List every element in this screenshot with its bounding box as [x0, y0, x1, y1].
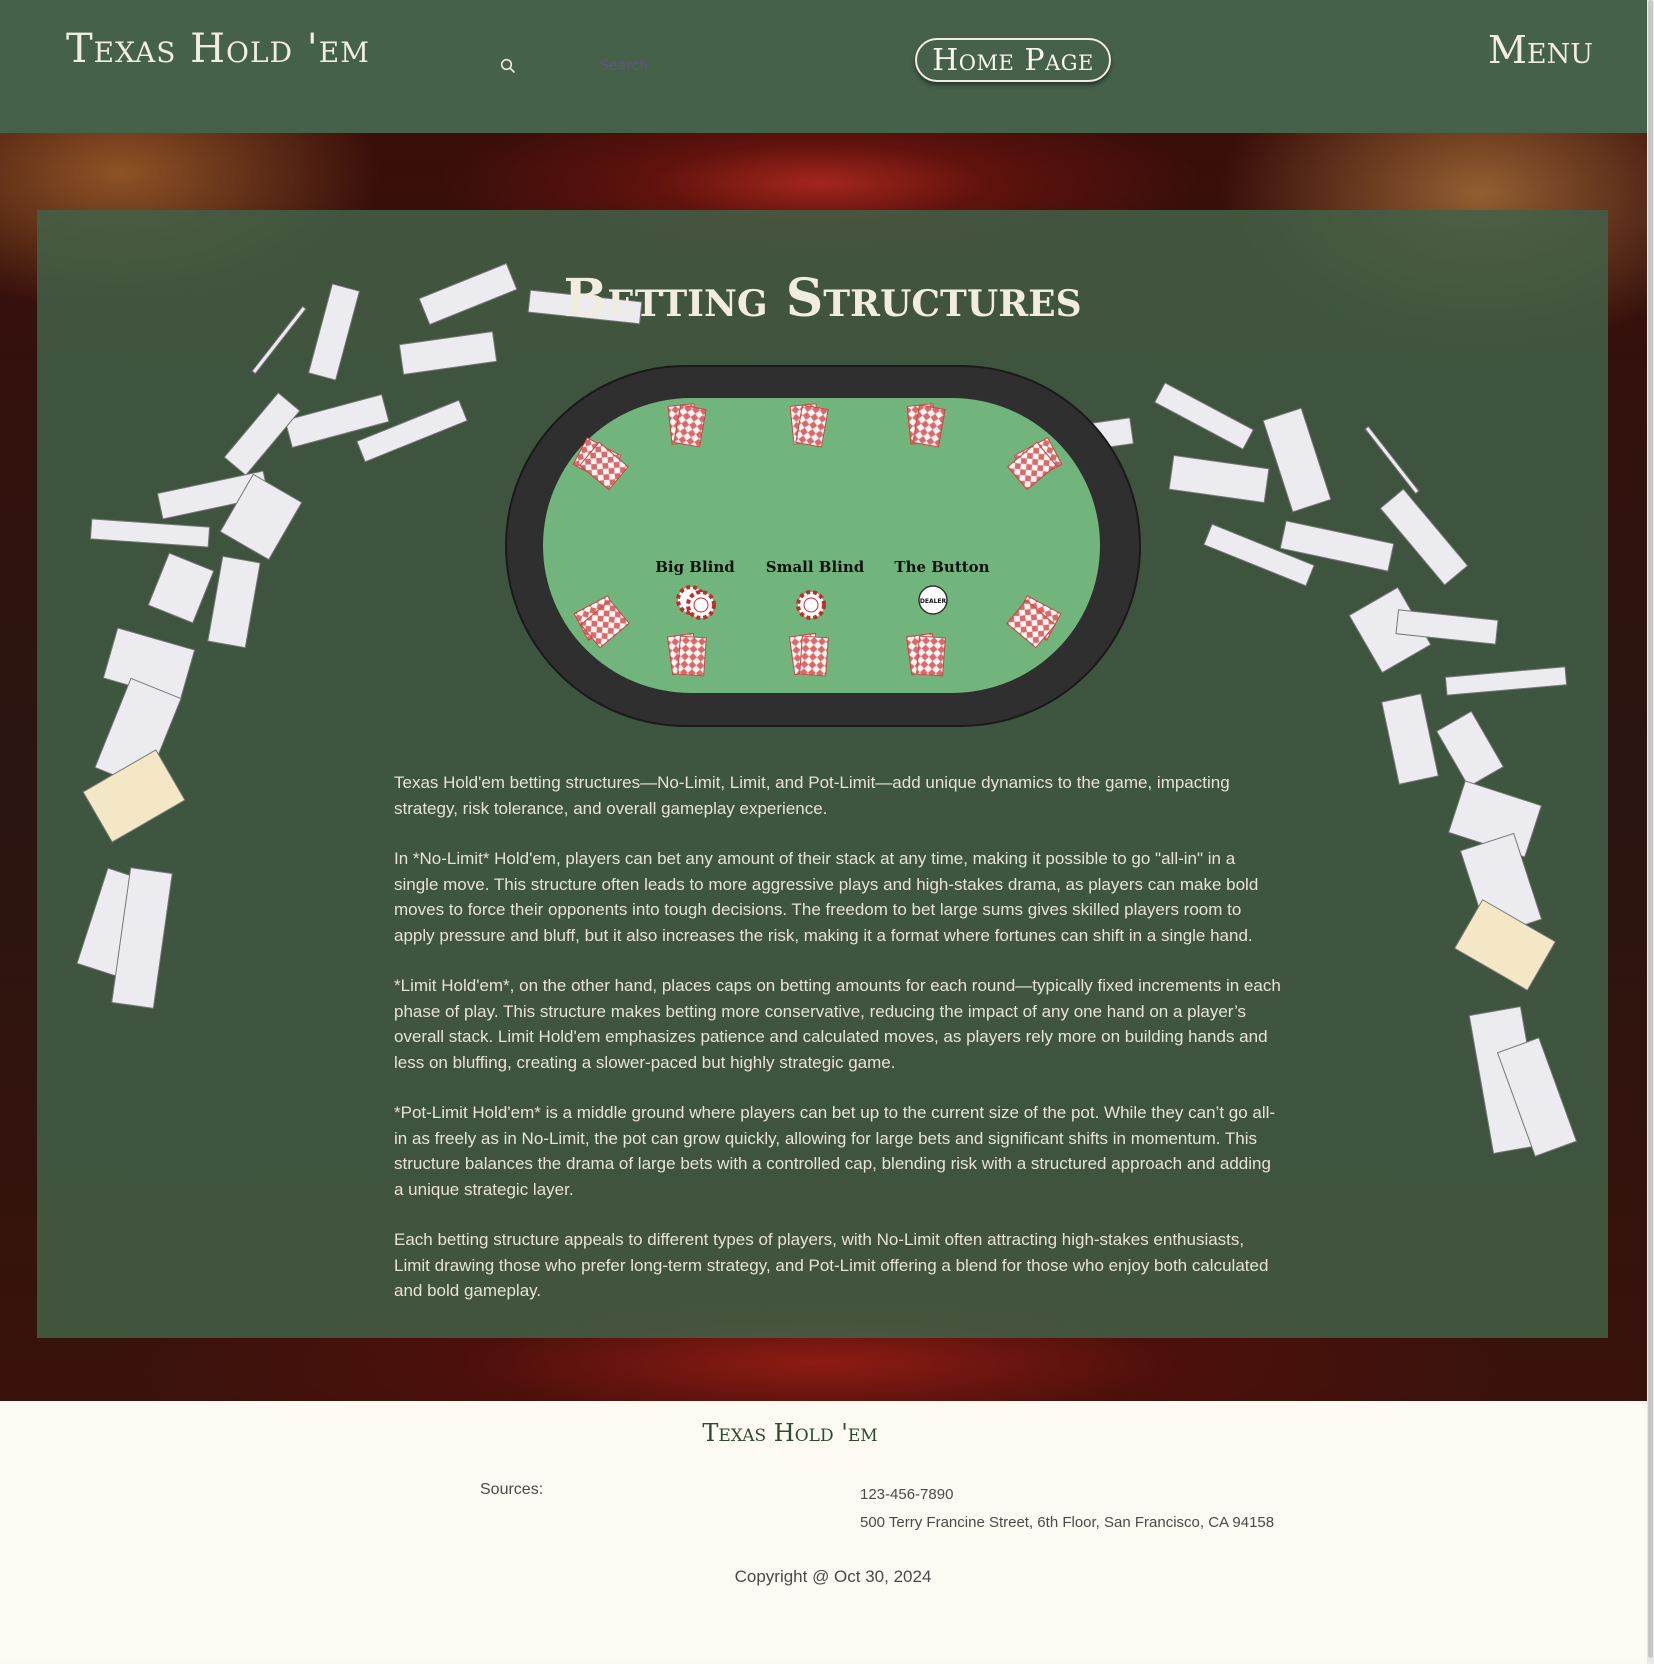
dealer-button-chip: DEALER — [918, 585, 948, 615]
search-input[interactable] — [598, 57, 722, 75]
pot-limit-paragraph: *Pot-Limit Hold'em* is a middle ground w… — [394, 1103, 1276, 1199]
card-pair — [906, 403, 946, 448]
sources-label: Sources: — [480, 1481, 544, 1498]
dealer-chip-label: DEALER — [920, 598, 947, 605]
site-footer: Texas Hold 'em Sources: 123-456-7890 500… — [0, 1401, 1647, 1658]
home-page-button[interactable]: Home Page — [915, 38, 1111, 82]
card-pair — [905, 632, 946, 677]
site-logo[interactable]: Texas Hold 'em — [66, 26, 370, 72]
footer-title: Texas Hold 'em — [702, 1419, 878, 1447]
no-limit-paragraph: In *No-Limit* Hold'em, players can bet a… — [394, 849, 1259, 945]
footer-phone: 123-456-7890 — [860, 1486, 954, 1503]
footer-address: 500 Terry Francine Street, 6th Floor, Sa… — [860, 1514, 1275, 1531]
big-blind-label: Big Blind — [655, 558, 735, 576]
page-title: Betting Structures — [563, 268, 1082, 329]
search-icon[interactable] — [500, 57, 516, 75]
copyright-text: Copyright @ Oct 30, 2024 — [734, 1567, 932, 1586]
limit-paragraph: *Limit Hold'em*, on the other hand, plac… — [394, 976, 1281, 1072]
card-pair — [789, 403, 829, 448]
intro-paragraph: Texas Hold'em betting structures—No-Limi… — [394, 773, 1230, 818]
card-pair — [666, 632, 707, 677]
summary-paragraph: Each betting structure appeals to differ… — [394, 1230, 1269, 1300]
small-blind-chip — [796, 590, 826, 620]
site-header: Texas Hold 'em Home Page Menu — [0, 0, 1647, 133]
small-blind-label: Small Blind — [766, 558, 865, 576]
hero-background: Betting Structures Big Blind Small Blind… — [0, 133, 1647, 1401]
article-body: Texas Hold'em betting structures—No-Limi… — [394, 770, 1284, 1329]
poker-table-diagram: Big Blind Small Blind The Button DEALER — [505, 365, 1141, 727]
card-pair — [788, 632, 829, 677]
search-bar[interactable] — [500, 50, 722, 82]
card-pair — [667, 403, 707, 448]
menu-button[interactable]: Menu — [1488, 28, 1593, 72]
content-panel: Betting Structures Big Blind Small Blind… — [37, 210, 1608, 1338]
button-label: The Button — [894, 558, 989, 576]
scrollbar-thumb[interactable] — [1648, 0, 1653, 1658]
